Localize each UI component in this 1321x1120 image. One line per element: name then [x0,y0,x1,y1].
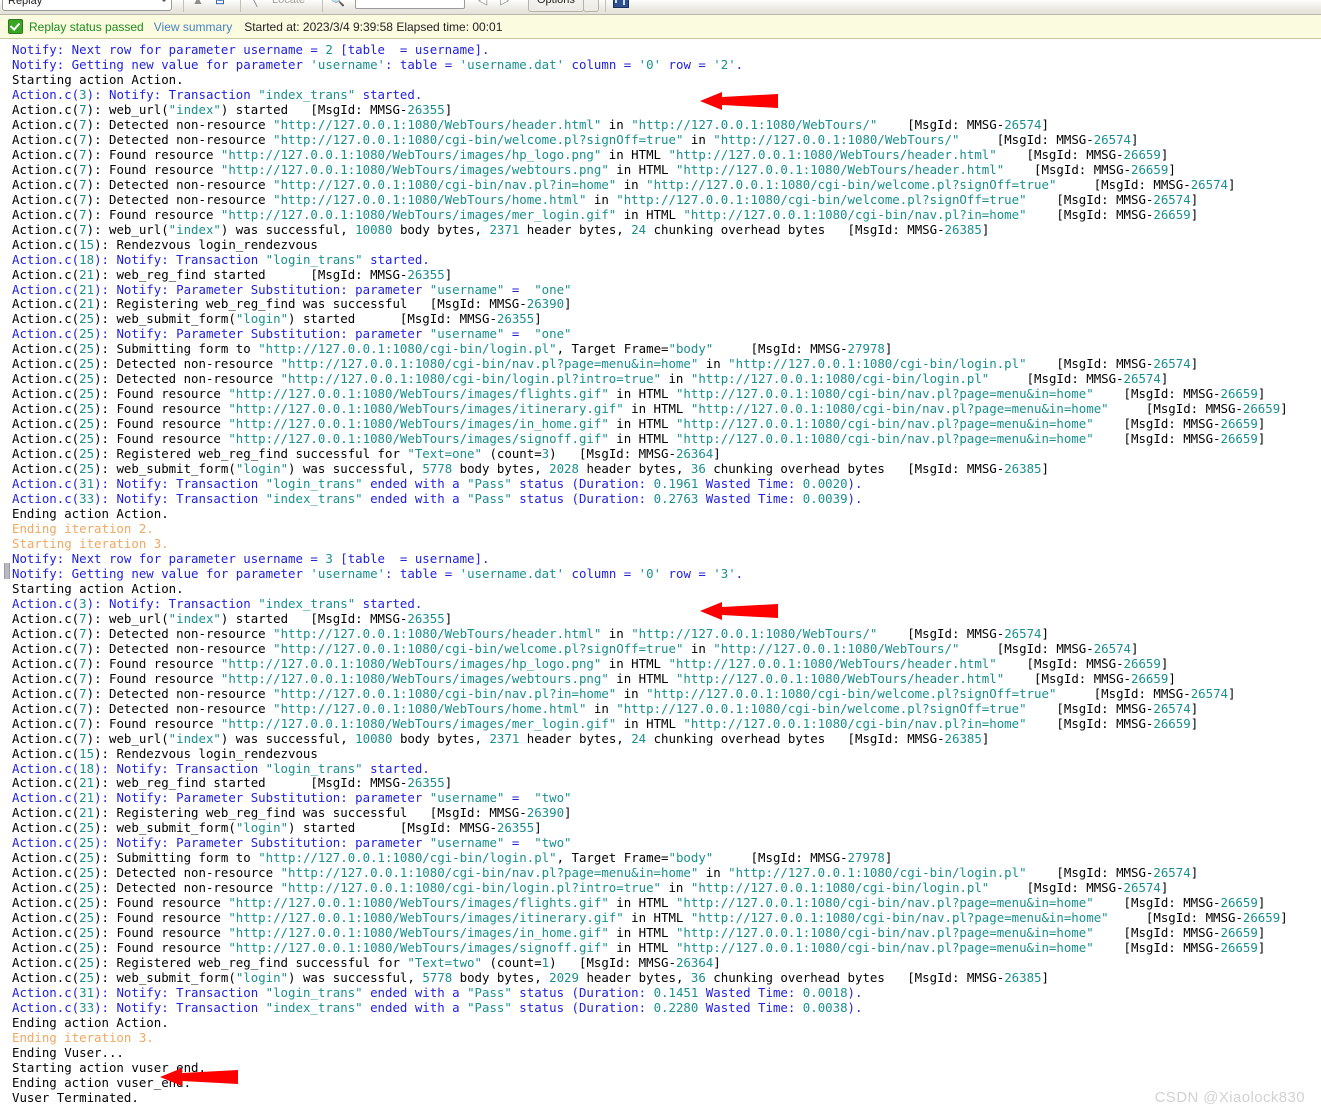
replay-log-output[interactable]: Notify: Next row for parameter username … [0,39,1321,1105]
log-line: Action.c(7): Detected non-resource "http… [12,131,1139,147]
log-line: Action.c(7): web_url("index") started [M… [12,610,453,626]
log-line: Action.c(7): web_url("index") started [M… [12,101,453,117]
log-line: Action.c(7): Found resource "http://127.… [12,146,1169,162]
log-line: Action.c(31): Notify: Transaction "login… [12,985,863,1001]
options-dropdown-button[interactable] [583,0,599,12]
options-button[interactable]: Options [528,0,584,12]
log-line: Action.c(18): Notify: Transaction "login… [12,251,430,267]
log-line: Action.c(25): web_submit_form("login") s… [12,311,542,327]
log-line: Action.c(25): Detected non-resource "htt… [12,880,1169,896]
log-line: Action.c(21): Notify: Parameter Substitu… [12,281,572,297]
locate-icon[interactable]: ╲ [250,0,257,9]
replay-timing-text: Started at: 2023/3/4 9:39:58 Elapsed tim… [244,19,503,34]
log-line: Action.c(3): Notify: Transaction "index_… [12,595,423,611]
log-line: Ending Vuser... [12,1044,124,1060]
log-line: Action.c(7): Found resource "http://127.… [12,206,1199,222]
log-line: Ending iteration 3. [12,1029,154,1045]
log-line: Action.c(3): Notify: Transaction "index_… [12,86,423,102]
log-line: Action.c(7): Detected non-resource "http… [12,640,1139,656]
log-line: Action.c(7): Found resource "http://127.… [12,715,1199,731]
log-line: Action.c(25): Notify: Parameter Substitu… [12,326,572,342]
arrow-ending-iteration-3 [160,1068,238,1086]
log-line: Action.c(7): Detected non-resource "http… [12,176,1236,192]
log-line: Vuser Terminated. [12,1089,139,1105]
search-icon[interactable]: 🔍 [330,0,345,9]
toolbar-divider [605,0,606,12]
log-line: Action.c(7): Detected non-resource "http… [12,116,1049,132]
log-line: Action.c(7): web_url("index") was succes… [12,221,990,237]
chart-icon[interactable] [613,0,629,8]
log-line: Starting action Action. [12,71,184,87]
check-icon [8,19,23,34]
log-line: Action.c(25): web_submit_form("login") s… [12,820,542,836]
log-line: Action.c(7): Detected non-resource "http… [12,685,1236,701]
log-line: Action.c(7): Found resource "http://127.… [12,670,1176,686]
locate-label: Locate [272,0,306,6]
search-input[interactable] [355,0,465,9]
log-line: Action.c(21): web_reg_find started [MsgI… [12,775,453,791]
log-line: Action.c(25): Detected non-resource "htt… [12,356,1199,372]
log-line: Action.c(7): Detected non-resource "http… [12,191,1199,207]
log-line: Action.c(7): web_url("index") was succes… [12,730,990,746]
arrow-row-3 [700,602,778,620]
log-line: Action.c(25): Submitting form to "http:/… [12,850,893,866]
replay-mode-value: Replay [8,0,43,7]
toolbar-divider [322,0,323,12]
log-line: Action.c(25): Found resource "http://127… [12,431,1266,447]
log-line: Action.c(21): Registering web_reg_find w… [12,296,572,312]
log-line: Action.c(25): web_submit_form("login") w… [12,461,1049,477]
step-icon[interactable]: ⊟ [215,0,225,9]
log-line: Action.c(25): Found resource "http://127… [12,416,1266,432]
log-line: Action.c(7): Found resource "http://127.… [12,655,1169,671]
watermark-text: CSDN @Xiaolock830 [1154,1089,1305,1106]
log-line: Action.c(25): Notify: Parameter Substitu… [12,835,572,851]
log-line: Action.c(15): Rendezvous login_rendezvou… [12,745,318,761]
log-line: Action.c(7): Found resource "http://127.… [12,161,1176,177]
log-line: Action.c(21): Registering web_reg_find w… [12,805,572,821]
arrow-row-2 [700,92,778,110]
log-line: Action.c(25): Registered web_reg_find su… [12,446,721,462]
log-line: Notify: Next row for parameter username … [12,550,490,566]
up-arrow-icon[interactable]: ▲ [192,0,204,9]
log-line: Action.c(31): Notify: Transaction "login… [12,476,863,492]
toolbar-divider [240,0,241,12]
log-line: Action.c(25): Found resource "http://127… [12,895,1266,911]
next-result-icon[interactable]: ▷ [500,0,509,9]
log-line: Action.c(25): Registered web_reg_find su… [12,955,721,971]
replay-log-pane[interactable]: Notify: Next row for parameter username … [0,39,1321,1120]
log-line: Action.c(7): Detected non-resource "http… [12,625,1049,641]
replay-status-bar: Replay status passed View summary Starte… [0,15,1321,39]
log-line: Action.c(25): Found resource "http://127… [12,401,1288,417]
log-line: Notify: Getting new value for parameter … [12,565,744,581]
log-line: Action.c(25): Found resource "http://127… [12,925,1266,941]
log-line: Action.c(25): Detected non-resource "htt… [12,865,1199,881]
log-line: Action.c(25): Found resource "http://127… [12,386,1266,402]
replay-mode-select[interactable]: Replay [2,0,172,11]
log-line: Action.c(15): Rendezvous login_rendezvou… [12,236,318,252]
log-line: Action.c(25): Found resource "http://127… [12,940,1266,956]
log-line: Ending action Action. [12,506,169,522]
replay-status-text: Replay status passed [29,19,144,34]
log-line: Ending iteration 2. [12,521,154,536]
log-line: Action.c(21): Notify: Parameter Substitu… [12,790,572,806]
log-line: Starting action Action. [12,580,184,596]
view-summary-link[interactable]: View summary [154,20,232,34]
toolbar-divider [183,0,184,12]
log-line: Notify: Getting new value for parameter … [12,56,744,72]
log-line: Action.c(21): web_reg_find started [MsgI… [12,266,453,282]
replay-toolbar: Replay ▲ ⊟ ╲ Locate 🔍 ◁ ▷ Options [0,0,1321,15]
log-line: Action.c(25): web_submit_form("login") w… [12,970,1049,986]
log-line: Action.c(33): Notify: Transaction "index… [12,491,863,507]
log-line: Ending action Action. [12,1014,169,1030]
log-line: Action.c(25): Found resource "http://127… [12,910,1288,926]
chevron-down-icon[interactable] [160,0,168,2]
log-line: Notify: Next row for parameter username … [12,42,490,57]
log-line: Action.c(25): Submitting form to "http:/… [12,341,893,357]
log-line: Action.c(18): Notify: Transaction "login… [12,760,430,776]
log-line: Starting iteration 3. [12,535,169,551]
log-line: Action.c(25): Detected non-resource "htt… [12,371,1169,387]
log-line: Action.c(7): Detected non-resource "http… [12,700,1199,716]
log-line: Action.c(33): Notify: Transaction "index… [12,1000,863,1015]
prev-result-icon[interactable]: ◁ [478,0,487,9]
